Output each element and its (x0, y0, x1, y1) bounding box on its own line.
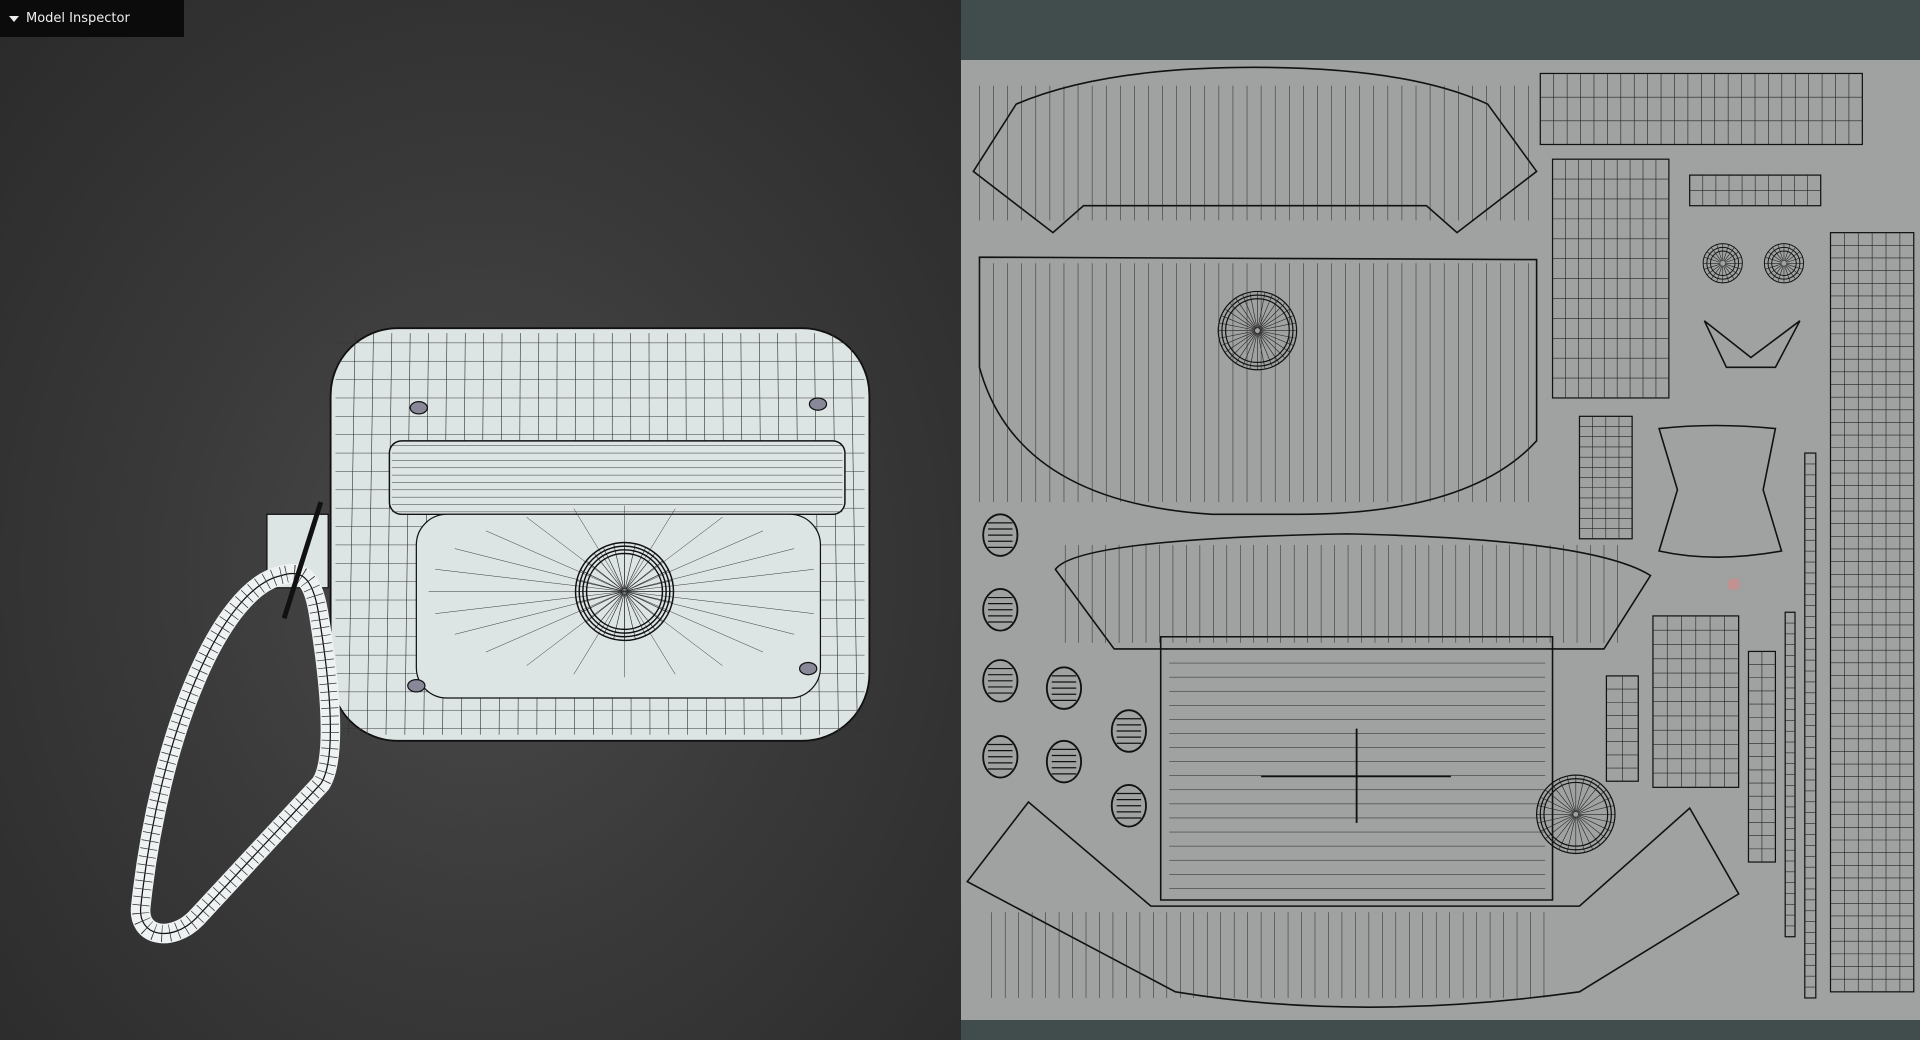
wire-line (1229, 302, 1256, 330)
wire-line (1259, 330, 1296, 339)
wire-line (1566, 776, 1576, 812)
uv-island-body-side (966, 800, 1740, 1008)
wire-line (1257, 292, 1266, 329)
wire-line (1249, 332, 1258, 370)
wire-line (1218, 322, 1256, 331)
case-lid-band (388, 440, 846, 516)
screw-head (407, 679, 426, 693)
model-inspector-toggle[interactable]: Model Inspector (0, 0, 184, 37)
wire-line (1537, 814, 1574, 824)
wire-line (1249, 292, 1258, 329)
wire-line (1566, 816, 1576, 853)
uv-layout-sheet[interactable] (961, 60, 1920, 1020)
airpods-case-wireframe-model[interactable] (0, 0, 961, 1040)
wire-line (1578, 805, 1615, 815)
uv-islands[interactable] (961, 60, 1920, 1020)
uv-island-latch (1658, 424, 1783, 558)
triangle-down-icon (9, 15, 19, 22)
carabiner-clip (130, 563, 341, 944)
screw-head (409, 401, 428, 415)
uv-island-body-top (1054, 533, 1652, 650)
case-front-face (415, 513, 822, 699)
wire-line (1258, 332, 1286, 359)
wire-line (1218, 330, 1256, 339)
model-inspector-label: Model Inspector (26, 11, 130, 26)
3d-viewport[interactable] (0, 0, 961, 1040)
screw-head (798, 661, 818, 676)
wire-line (1259, 322, 1296, 331)
wire-line (1537, 805, 1574, 815)
uv-cursor-marker (1727, 577, 1740, 591)
screw-head (808, 397, 828, 411)
uv-island-clip-joint (1703, 320, 1801, 369)
uv-editor-panel[interactable] (961, 0, 1920, 1040)
wire-line (1578, 814, 1615, 824)
wire-line (1576, 776, 1585, 812)
wire-line (1576, 816, 1585, 853)
uv-island-lid-top (972, 66, 1538, 234)
wire-line (1258, 302, 1286, 330)
app-root: Model Inspector (0, 0, 1920, 1040)
wire-line (1229, 332, 1256, 359)
wire-line (1257, 332, 1266, 370)
